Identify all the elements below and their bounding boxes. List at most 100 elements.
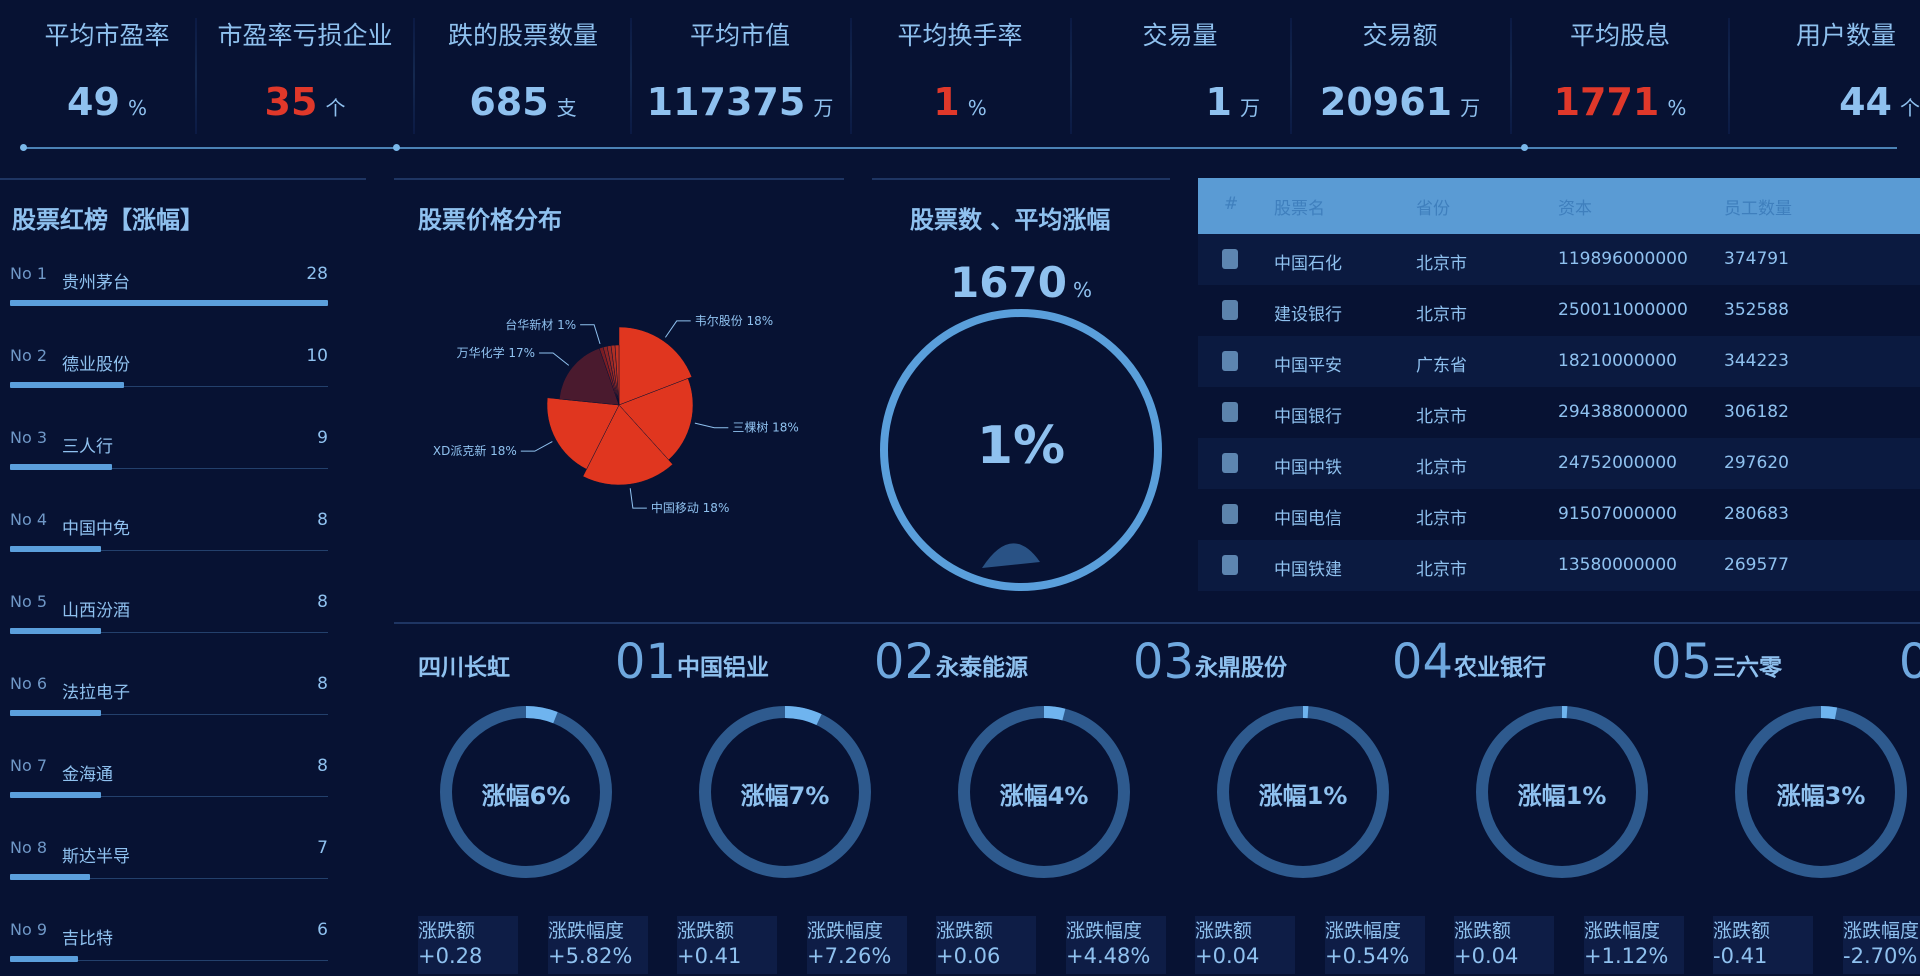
list-item[interactable]: No 2 德业股份 10 (10, 346, 328, 428)
pie-label: 三棵树 18% (732, 420, 799, 435)
card-rank-number: 06 (1898, 634, 1920, 690)
stock-card[interactable]: 中国铝业 02 涨幅7% 涨跌额 +0.41 涨跌幅度 +7.26% (677, 628, 935, 976)
rank-value: 7 (317, 838, 328, 858)
kpi-value: 117375 (646, 80, 806, 124)
list-item[interactable]: No 1 贵州茅台 28 (10, 264, 328, 346)
pie-label: 万华化学 17% (457, 345, 536, 360)
stat-label: 涨跌额 (418, 920, 476, 942)
change-amount: 涨跌额 +0.41 (677, 916, 777, 974)
kpi-loss-companies: 市盈率亏损企业 35 个 (195, 0, 415, 140)
axis-dot (1521, 144, 1528, 151)
pie-label: 中国移动 18% (651, 500, 730, 515)
kpi-value: 1771 (1553, 80, 1660, 124)
table-row[interactable]: 中国铁建 北京市 13580000000 269577 (1198, 540, 1920, 591)
list-item[interactable]: No 4 中国中免 8 (10, 510, 328, 592)
stock-name: 三人行 (62, 437, 113, 457)
cell-province: 北京市 (1416, 407, 1467, 427)
rank-value: 28 (306, 264, 328, 284)
rank-number: No 2 (10, 346, 48, 365)
cell-staff: 269577 (1724, 555, 1789, 575)
list-item[interactable]: No 8 斯达半导 7 (10, 838, 328, 920)
table-row[interactable]: 建设银行 北京市 250011000000 352588 (1198, 285, 1920, 336)
card-rank-number: 04 (1391, 634, 1453, 690)
rank-bar (10, 956, 79, 962)
stock-card[interactable]: 三六零 06 涨幅3% 涨跌额 -0.41 涨跌幅度 -2.70% (1713, 628, 1920, 976)
row-index-icon (1222, 402, 1238, 422)
panel-divider (0, 178, 366, 180)
row-index-icon (1222, 555, 1238, 575)
column-header: 省份 (1416, 199, 1450, 219)
list-item[interactable]: No 5 山西汾酒 8 (10, 592, 328, 674)
list-item[interactable]: No 9 吉比特 6 (10, 920, 328, 976)
stat-value: +0.06 (936, 944, 1001, 968)
stat-label: 涨跌幅度 (807, 920, 884, 942)
kpi-title: 用户数量 (1795, 21, 1896, 50)
table-row[interactable]: 中国中铁 北京市 24752000000 297620 (1198, 438, 1920, 489)
stat-label: 涨跌额 (1713, 920, 1771, 942)
stat-label: 涨跌幅度 (1066, 920, 1143, 942)
gauge-title: 股票数 、平均涨幅 (910, 206, 1111, 234)
kpi-unit: % (127, 96, 147, 120)
stock-card[interactable]: 农业银行 05 涨幅1% 涨跌额 +0.04 涨跌幅度 +1.12% (1454, 628, 1712, 976)
kpi-avg-turnover: 平均换手率 1% (850, 0, 1070, 140)
kpi-strip: 平均市盈率 49% 市盈率亏损企业 35 个 跌的股票数量 685 支 平均市值 1… (0, 0, 1920, 150)
stock-name: 贵州茅台 (62, 273, 130, 293)
cell-staff: 306182 (1724, 402, 1789, 422)
change-percent: 涨跌幅度 +0.54% (1325, 916, 1425, 974)
pie-chart-title: 股票价格分布 (418, 206, 562, 234)
kpi-avg-dividend: 平均股息 1771% (1510, 0, 1730, 140)
cell-name: 中国银行 (1274, 407, 1342, 427)
table-row[interactable]: 中国银行 北京市 294388000000 306182 (1198, 387, 1920, 438)
stock-name: 吉比特 (62, 929, 113, 949)
kpi-unit: 支 (556, 96, 577, 120)
kpi-unit: 万 (1240, 96, 1260, 120)
change-percent: 涨跌幅度 +1.12% (1584, 916, 1684, 974)
cell-capital: 24752000000 (1558, 453, 1677, 473)
price-distribution-pie-chart: 韦尔股份 18% 三棵树 18% 中国移动 18% XD派克新 18% 万华化学 17%… (433, 313, 799, 515)
cell-province: 北京市 (1416, 509, 1467, 529)
ranking-title: 股票红榜【涨幅】 (12, 206, 204, 234)
card-stock-name: 永鼎股份 (1195, 655, 1287, 681)
change-ring: 涨幅3% (1731, 702, 1911, 882)
stock-card[interactable]: 永泰能源 03 涨幅4% 涨跌额 +0.06 涨跌幅度 +4.48% (936, 628, 1194, 976)
stat-label: 涨跌额 (1454, 920, 1512, 942)
table-row[interactable]: 中国石化 北京市 119896000000 374791 (1198, 234, 1920, 285)
kpi-title: 平均换手率 (897, 21, 1023, 50)
gauge-wave (982, 543, 1040, 568)
stat-value: +4.48% (1066, 944, 1151, 968)
stat-value: +0.41 (677, 944, 742, 968)
change-ring: 涨幅1% (1472, 702, 1652, 882)
table-row[interactable]: 中国平安 广东省 18210000000 344223 (1198, 336, 1920, 387)
stat-label: 涨跌幅度 (1843, 920, 1920, 942)
card-stock-name: 四川长虹 (418, 655, 510, 681)
list-item[interactable]: No 3 三人行 9 (10, 428, 328, 510)
cell-province: 北京市 (1416, 458, 1467, 478)
ring-label: 涨幅1% (1258, 782, 1348, 810)
gauge-center-value: 1% (976, 416, 1066, 476)
list-item[interactable]: No 6 法拉电子 8 (10, 674, 328, 756)
kpi-value: 35 (264, 80, 318, 124)
column-header: 员工数量 (1724, 199, 1792, 219)
card-rank-number: 03 (1132, 634, 1194, 690)
rank-bar (10, 628, 101, 634)
stock-name: 金海通 (62, 765, 113, 785)
rank-number: No 9 (10, 920, 48, 939)
pie-label-line (694, 422, 729, 429)
change-ring: 涨幅1% (1213, 702, 1393, 882)
change-amount: 涨跌额 +0.04 (1195, 916, 1295, 974)
cell-name: 中国平安 (1274, 356, 1342, 376)
stock-name: 法拉电子 (62, 683, 130, 703)
list-item[interactable]: No 7 金海通 8 (10, 756, 328, 838)
stock-card[interactable]: 永鼎股份 04 涨幅1% 涨跌额 +0.04 涨跌幅度 +0.54% (1195, 628, 1453, 976)
stat-label: 涨跌额 (1195, 920, 1253, 942)
kpi-unit: 个 (1900, 96, 1920, 120)
table-row[interactable]: 中国电信 北京市 91507000000 280683 (1198, 489, 1920, 540)
card-stock-name: 永泰能源 (936, 655, 1028, 681)
stock-card[interactable]: 四川长虹 01 涨幅6% 涨跌额 +0.28 涨跌幅度 +5.82% (418, 628, 676, 976)
change-amount: 涨跌额 +0.06 (936, 916, 1036, 974)
stat-label: 涨跌幅度 (1584, 920, 1661, 942)
stat-value: -0.41 (1713, 944, 1768, 968)
stock-name: 斯达半导 (62, 847, 130, 867)
kpi-volume: 交易量 1万 (1070, 0, 1290, 140)
cell-name: 中国电信 (1274, 509, 1342, 529)
